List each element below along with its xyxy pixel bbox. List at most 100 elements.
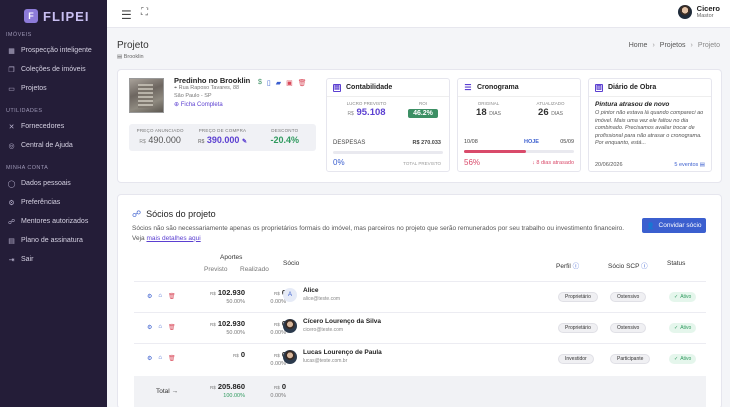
price-label: DESCONTO (271, 128, 299, 133)
value: 0 (240, 350, 245, 359)
expenses-value: R$ 270.033 (412, 140, 441, 146)
menu-icon[interactable]: ☰ (121, 8, 132, 22)
partner-name: Alice (303, 287, 319, 294)
check-icon: ✓ (674, 356, 679, 362)
header-socio: Sócio (283, 260, 300, 267)
user-name: Cicero (696, 4, 720, 13)
bank-icon[interactable]: ⌂ (158, 324, 162, 331)
partner-name: Lucas Lourenço de Paula (303, 349, 382, 356)
partner-info[interactable]: Lucas Lourenço de Paula lucas@teste.com.… (283, 349, 382, 364)
property-name: Predinho no Brooklin (174, 76, 251, 85)
user-icon: ◯ (7, 180, 16, 188)
breadcrumb-home[interactable]: Home (629, 42, 648, 49)
price-value: R$ 390.000 ✎ (191, 135, 253, 145)
partners-description: Sócios não são necessariamente apenas os… (132, 224, 632, 243)
full-sheet-link[interactable]: ⊕ Ficha Completa (174, 101, 223, 108)
sidebar-item-plano[interactable]: ▤ Plano de assinatura (0, 231, 107, 250)
kv-label: ROI (418, 101, 427, 106)
header-aportes: Aportes (220, 254, 243, 261)
amount: 95.108 (356, 107, 386, 118)
accounting-card[interactable]: ▤ Contabilidade LUCRO PREVISTO R$ 95.108… (326, 78, 450, 172)
sidebar-item-projetos[interactable]: ▭ Projetos (0, 79, 107, 98)
status-badge: ✓ Ativo (669, 292, 697, 302)
folder-icon[interactable]: ▰ (276, 79, 281, 87)
page-title: Projeto (117, 40, 149, 51)
mobile-icon[interactable]: ▯ (267, 79, 271, 87)
see-more-link[interactable]: mais detalhes aqui (146, 235, 200, 242)
user-menu[interactable]: Cicero Mastor (677, 4, 720, 19)
breadcrumb-projetos[interactable]: Projetos (660, 42, 686, 49)
check-icon: ✓ (674, 325, 679, 331)
info-icon[interactable]: ⓘ (573, 263, 580, 270)
scp-badge: Ostensivo (610, 323, 647, 333)
sidebar-item-mentores[interactable]: ☍ Mentores autorizados (0, 212, 107, 231)
price-label: PREÇO DE COMPRA (198, 128, 247, 133)
trash-icon[interactable]: 🗑 (168, 293, 176, 300)
scp-badge: Participante (610, 354, 651, 364)
expenses-percent: 0% (333, 158, 345, 167)
header-label: Perfil (556, 263, 571, 270)
sidebar-item-dados[interactable]: ◯ Dados pessoais (0, 174, 107, 193)
profile-badge: Proprietário (558, 292, 598, 302)
topbar: ☰ ⛶ Cicero Mastor (107, 0, 730, 28)
roi-badge: 46.2% (408, 109, 438, 118)
schedule-card[interactable]: ☰ Cronograma ORIGINAL 18 DIAS ATUALIZADO… (457, 78, 581, 172)
work-diary-card[interactable]: ▥ Diário de Obra Pintura atrasou de novo… (588, 78, 712, 172)
fullscreen-icon[interactable]: ⛶ (141, 7, 148, 18)
price-announced: PREÇO ANUNCIADO R$ 490.000 (129, 124, 191, 151)
contribution-forecast: R$ 102.930 50.00% (203, 319, 245, 336)
gear-icon[interactable]: ⚙ (147, 324, 152, 331)
expenses-progress-bar (333, 151, 443, 154)
schedule-progress-bar (464, 150, 574, 153)
gear-icon: ⚙ (8, 199, 15, 207)
card-title: Contabilidade (346, 84, 393, 91)
gear-icon[interactable]: ⚙ (147, 355, 152, 362)
schedule-start: 10/08 (464, 139, 478, 145)
page-subtitle: ▤ Brooklin (117, 54, 149, 60)
invite-button-label: Convidar sócio (658, 222, 702, 229)
kv-value: 18 DIAS (466, 107, 511, 118)
image-icon[interactable]: ▣ (286, 79, 293, 87)
partner-info[interactable]: A Alice alice@teste.com (283, 287, 340, 302)
dollar-icon[interactable]: $ (258, 79, 262, 87)
list-icon: ▤ (699, 162, 705, 168)
property-photo[interactable] (129, 78, 164, 113)
gear-icon[interactable]: ⚙ (147, 293, 152, 300)
currency: R$ (273, 322, 280, 327)
status-text: Ativo (680, 356, 692, 362)
grid-icon: ▦ (8, 47, 15, 55)
sidebar-item-colecoes[interactable]: ❐ Coleções de imóveis (0, 60, 107, 79)
bank-icon[interactable]: ⌂ (158, 355, 162, 362)
card-title: Cronograma (477, 84, 519, 91)
header-realizado: Realizado (240, 266, 269, 273)
sidebar-item-sair[interactable]: ⇥ Sair (0, 250, 107, 269)
bank-icon[interactable]: ⌂ (158, 293, 162, 300)
edit-icon[interactable]: ✎ (242, 139, 247, 145)
partners-title-text: Sócios do projeto (146, 209, 216, 219)
sidebar-item-preferencias[interactable]: ⚙ Preferências (0, 193, 107, 212)
delay-text: 8 dias atrasado (536, 160, 574, 166)
diary-header: ▥ Diário de Obra (589, 79, 711, 97)
info-icon[interactable]: ⓘ (641, 263, 648, 270)
partner-info[interactable]: Cícero Lourenço da Silva cicero@teste.co… (283, 318, 381, 333)
schedule-updated: ATUALIZADO 26 DIAS (528, 101, 573, 118)
status-text: Ativo (680, 325, 692, 331)
avatar (677, 4, 692, 19)
value: 0 (281, 382, 286, 391)
sidebar-item-ajuda[interactable]: ◎ Central de Ajuda (0, 136, 107, 155)
sidebar-item-prospeccao[interactable]: ▦ Prospecção inteligente (0, 41, 107, 60)
total-forecast-label: TOTAL PREVISTO (403, 161, 441, 166)
invite-partner-button[interactable]: 👤 Convidar sócio (642, 218, 706, 233)
mentors-icon: ☍ (7, 218, 16, 226)
contribution-realized: R$ 0 0.00% (250, 350, 286, 367)
trash-icon[interactable]: 🗑 (298, 79, 307, 87)
sidebar-item-fornecedores[interactable]: ✕ Fornecedores (0, 117, 107, 136)
brand-logo[interactable]: F FLIPEI (0, 0, 107, 26)
price-summary: PREÇO ANUNCIADO R$ 490.000 PREÇO DE COMP… (129, 124, 316, 151)
diary-events[interactable]: 5 eventos ▤ (674, 162, 705, 168)
price-discount: DESCONTO -20.4% (254, 124, 316, 151)
trash-icon[interactable]: 🗑 (168, 355, 176, 362)
value: 205.860 (217, 382, 245, 391)
trash-icon[interactable]: 🗑 (168, 324, 176, 331)
total-realized: R$ 0 0.00% (250, 382, 286, 399)
